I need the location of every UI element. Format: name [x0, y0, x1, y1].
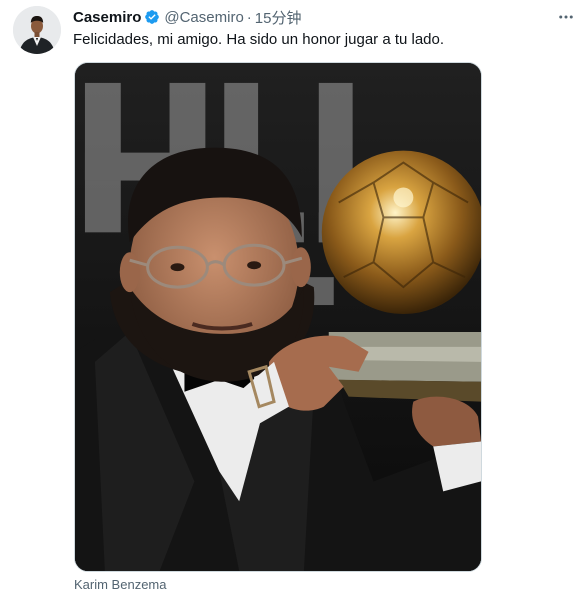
tweet-photo[interactable]	[74, 62, 482, 572]
author-handle[interactable]: @Casemiro	[164, 9, 243, 26]
author-avatar[interactable]	[13, 6, 61, 54]
more-options-icon	[559, 15, 573, 19]
verified-badge-icon	[144, 9, 160, 25]
tweet-header: Casemiro @Casemiro · 15分钟	[73, 7, 301, 27]
photo-image	[75, 63, 481, 571]
tweet: Casemiro @Casemiro · 15分钟 Felicidades, m…	[0, 0, 587, 598]
separator-dot: ·	[246, 8, 252, 26]
timestamp[interactable]: 15分钟	[255, 7, 302, 28]
avatar-image	[13, 6, 61, 54]
tweet-text: Felicidades, mi amigo. Ha sido un honor …	[73, 31, 445, 48]
author-name[interactable]: Casemiro	[73, 9, 141, 26]
media-caption: Karim Benzema	[74, 577, 167, 592]
more-options-button[interactable]	[553, 4, 579, 30]
